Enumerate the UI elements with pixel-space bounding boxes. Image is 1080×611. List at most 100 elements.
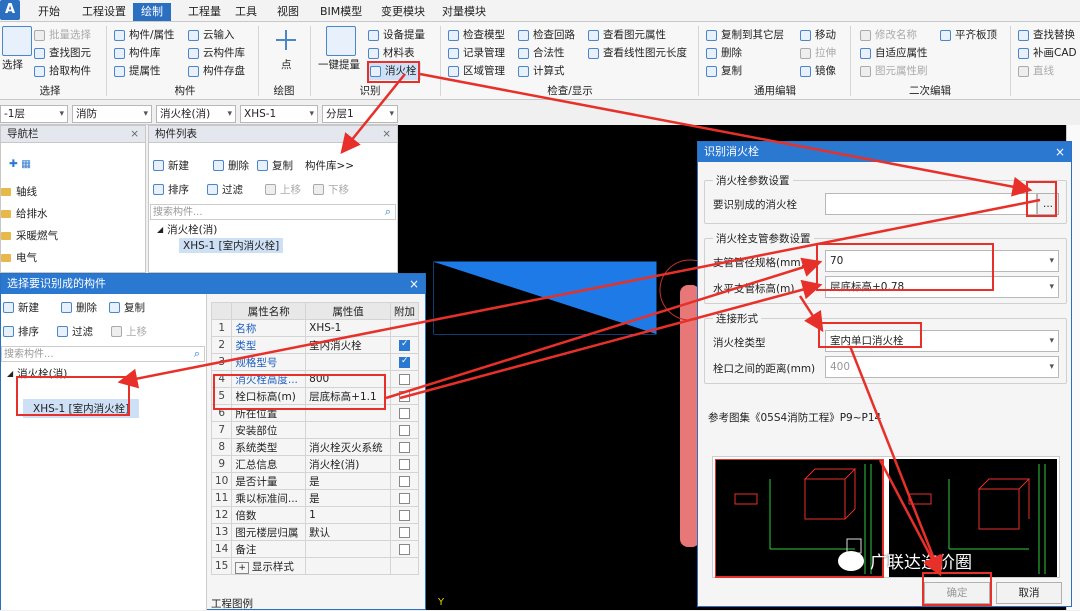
prop-row[interactable]: 13 图元楼层归属 默认 — [210, 523, 419, 541]
nav-toolbar[interactable]: ✚ ▦ — [9, 158, 31, 170]
check-loop-button[interactable]: 检查回路 — [518, 26, 575, 44]
tab-project-settings[interactable]: 工程设置 — [80, 3, 128, 21]
prop-row[interactable]: 2 类型 室内消火栓 — [210, 336, 419, 354]
checkbox-icon[interactable] — [399, 475, 410, 487]
move-up-button[interactable]: 上移 — [265, 182, 301, 197]
prop-row[interactable]: 1 名称 XHS-1 — [210, 319, 419, 337]
select-button[interactable]: 选择 — [2, 56, 23, 74]
checkbox-icon[interactable] — [399, 407, 410, 419]
copy-button[interactable]: 复制 — [706, 62, 742, 80]
prop-row[interactable]: 8 系统类型 消火栓灭火系统 — [210, 438, 419, 456]
tab-change[interactable]: 变更模块 — [379, 3, 427, 21]
delete-component-button[interactable]: 删除 — [61, 300, 97, 315]
checkbox-icon[interactable] — [399, 543, 410, 555]
tab-draw[interactable]: 绘制 — [133, 3, 171, 21]
prop-row[interactable]: 3 规格型号 — [210, 353, 419, 371]
prop-value[interactable]: 室内消火栓 — [305, 336, 391, 354]
rename-button[interactable]: 修改名称 — [860, 26, 917, 44]
filter-button[interactable]: 过滤 — [207, 182, 243, 197]
mirror-button[interactable]: 镜像 — [800, 62, 836, 80]
copy-to-floor-button[interactable]: 复制到其它层 — [706, 26, 784, 44]
line-button[interactable]: 直线 — [1018, 62, 1054, 80]
prop-value[interactable]: 消火栓(消) — [305, 455, 391, 473]
legality-button[interactable]: 合法性 — [518, 44, 565, 62]
filter-button[interactable]: 过滤 — [57, 324, 93, 339]
region-manage-button[interactable]: 区域管理 — [448, 62, 505, 80]
component-lib-button[interactable]: 构件库 — [114, 44, 161, 62]
target-hydrant-input[interactable] — [825, 193, 1037, 215]
tab-bim[interactable]: BIM模型 — [318, 3, 364, 21]
tab-view[interactable]: 视图 — [275, 3, 301, 21]
prop-row[interactable]: 11 乘以标准间... 是 — [210, 489, 419, 507]
prop-value[interactable] — [305, 540, 391, 558]
tab-quantity[interactable]: 工程量 — [186, 3, 223, 21]
checkbox-icon[interactable] — [399, 339, 410, 351]
batch-select-button[interactable]: 批量选择 — [34, 26, 91, 44]
close-icon[interactable]: × — [409, 274, 419, 294]
one-key-button[interactable]: 一键提量 — [318, 56, 360, 74]
material-table-button[interactable]: 材料表 — [368, 44, 415, 62]
tree-item-xhs1[interactable]: XHS-1 [室内消火栓] — [179, 238, 284, 253]
checkbox-icon[interactable] — [399, 356, 410, 368]
prop-row[interactable]: 7 安装部位 — [210, 421, 419, 439]
prop-value[interactable] — [305, 557, 391, 575]
delete-component-button[interactable]: 删除 — [213, 158, 249, 173]
check-model-button[interactable]: 检查模型 — [448, 26, 505, 44]
prop-value[interactable]: 消火栓灭火系统 — [305, 438, 391, 456]
checkbox-icon[interactable] — [399, 373, 410, 385]
component-select[interactable]: XHS-1 — [240, 105, 318, 123]
device-quantity-button[interactable]: 设备提量 — [368, 26, 425, 44]
prop-value[interactable] — [305, 421, 391, 439]
view-length-button[interactable]: 查看线性图元长度 — [588, 44, 687, 62]
adaptive-attr-button[interactable]: 自适应属性 — [860, 44, 928, 62]
tab-start[interactable]: 开始 — [36, 3, 62, 21]
cloud-input-button[interactable]: 云输入 — [188, 26, 235, 44]
type-select[interactable]: 消火栓(消) — [156, 105, 236, 123]
checkbox-icon[interactable] — [399, 441, 410, 453]
point-button[interactable]: 点 — [281, 56, 292, 74]
component-save-button[interactable]: 构件存盘 — [188, 62, 245, 80]
nav-item-axis[interactable]: 轴线 — [1, 184, 37, 199]
nav-item-plumbing[interactable]: 给排水 — [1, 206, 48, 221]
prop-row[interactable]: 14 备注 — [210, 540, 419, 558]
tree-root[interactable]: ◢ 消火栓(消) — [157, 222, 217, 237]
component-search-input[interactable]: 搜索构件... ⌕ — [150, 204, 396, 220]
checkbox-icon[interactable] — [399, 424, 410, 436]
tab-compare[interactable]: 对量模块 — [440, 3, 488, 21]
sort-button[interactable]: 排序 — [153, 182, 189, 197]
prop-row[interactable]: 12 倍数 1 — [210, 506, 419, 524]
view-attr-button[interactable]: 查看图元属性 — [588, 26, 666, 44]
close-icon[interactable]: × — [1055, 142, 1065, 162]
prop-value[interactable]: 默认 — [305, 523, 391, 541]
attr-brush-button[interactable]: 图元属性刷 — [860, 62, 928, 80]
cancel-button[interactable]: 取消 — [996, 582, 1062, 604]
outlet-distance-select[interactable]: 400 — [825, 356, 1059, 378]
new-button[interactable]: 新建 — [153, 158, 189, 173]
delete-button[interactable]: 删除 — [706, 44, 742, 62]
copy-component-button[interactable]: 复制 — [109, 300, 145, 315]
floor-select[interactable]: -1层 — [0, 105, 68, 123]
discipline-select[interactable]: 消防 — [72, 105, 152, 123]
extract-attr-button[interactable]: 提属性 — [114, 62, 161, 80]
prop-value[interactable]: 1 — [305, 506, 391, 524]
expand-icon[interactable]: + — [235, 561, 249, 574]
new-button[interactable]: 新建 — [3, 300, 39, 315]
nav-item-electric[interactable]: 电气 — [1, 250, 37, 265]
checkbox-icon[interactable] — [399, 509, 410, 521]
copy-component-button[interactable]: 复制 — [257, 158, 293, 173]
checkbox-icon[interactable] — [399, 492, 410, 504]
nav-item-heating[interactable]: 采暖燃气 — [1, 228, 58, 243]
dialog-search-input[interactable]: 搜索构件... ⌕ — [1, 346, 205, 362]
close-icon[interactable]: × — [382, 126, 391, 143]
cloud-lib-button[interactable]: 云构件库 — [188, 44, 245, 62]
align-top-button[interactable]: 平齐板顶 — [940, 26, 997, 44]
stretch-button[interactable]: 拉伸 — [800, 44, 836, 62]
prop-row[interactable]: 15 + 显示样式 — [210, 557, 419, 575]
checkbox-icon[interactable] — [399, 390, 410, 402]
prop-value[interactable]: XHS-1 — [305, 319, 391, 337]
prop-value[interactable]: 是 — [305, 489, 391, 507]
close-icon[interactable]: × — [130, 126, 139, 143]
pick-component-button[interactable]: 拾取构件 — [34, 62, 91, 80]
sort-button[interactable]: 排序 — [3, 324, 39, 339]
draw-cad-button[interactable]: 补画CAD — [1018, 44, 1077, 62]
